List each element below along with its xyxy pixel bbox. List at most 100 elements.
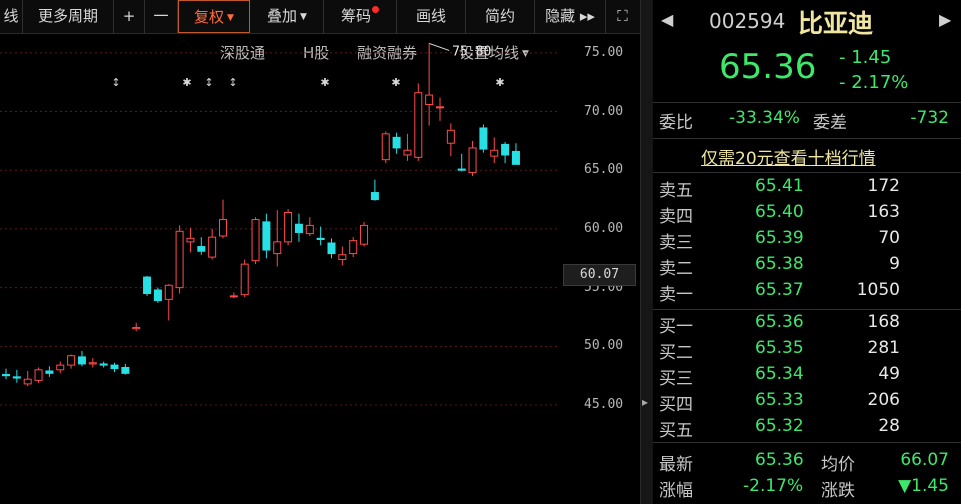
candle [251,217,260,265]
prev-stock-button[interactable]: ◀ [661,10,673,29]
candle-body [208,236,217,258]
zoom-out-icon: 一 [153,7,169,25]
chips-label: 筹码 [340,7,371,25]
draw-line-label: 画线 [415,7,446,25]
candle-body [67,355,76,366]
chevron-down-icon: ▼ [227,13,234,23]
candle-body [414,92,423,158]
hide-button[interactable]: 隐藏 ▸▸ [535,0,606,33]
fullscreen-button[interactable]: ⛶ [606,0,639,33]
candle-body [186,237,195,243]
y-tick-label: 45.00 [584,397,624,413]
candle [316,226,325,246]
candle-body [360,224,369,245]
price-change: - 1.45 [839,47,892,68]
chips-button[interactable]: 筹码 [324,0,397,33]
buy-order-row[interactable]: 买二 65.35 281 [659,338,955,364]
zoom-in-button[interactable]: + [114,0,145,33]
candle-body [457,168,466,171]
y-tick-label: 50.00 [584,338,624,354]
candle-body [273,241,282,255]
buy-order-price: 65.36 [755,312,804,332]
candle-body [446,129,455,144]
chart-grid [0,52,560,406]
candle [349,237,358,258]
sell-order-price: 65.37 [755,280,804,300]
candle [262,213,271,259]
candle [143,275,152,296]
sell-order-volume: 163 [867,202,900,222]
chevron-down-icon: ▼ [300,12,307,22]
toolbar-item-line-label: 线 [3,7,19,25]
candle-body [99,363,108,366]
candle [392,132,401,154]
buy-order-volume: 168 [867,312,900,332]
sell-order-row[interactable]: 卖一 65.37 1050 [659,280,955,306]
buy-order-row[interactable]: 买一 65.36 168 [659,312,955,338]
candle-body [425,94,434,105]
current-price: 65.36 [719,47,817,87]
kline-chart[interactable]: ↕ ✱ ↕ ↕ ✱ ✱ ✱ 75.80 [0,33,640,504]
ten-level-quote-link[interactable]: 仅需20元查看十档行情 [701,144,876,169]
event-marker-icon: ↕ [111,76,120,89]
toolbar-item-line[interactable]: 线 [0,0,23,33]
candle [77,351,86,367]
candle [88,358,97,368]
candle [436,97,444,121]
candle [110,362,119,373]
panel-splitter[interactable]: ▸ [640,0,654,504]
sell-order-row[interactable]: 卖四 65.40 163 [659,202,955,228]
buy-order-label: 买五 [659,421,693,441]
divider [653,138,961,139]
more-periods-label: 更多周期 [37,7,98,25]
buy-order-label: 买二 [659,343,693,363]
candle [284,208,293,246]
buy-order-label: 买四 [659,395,693,415]
sell-order-label: 卖三 [659,233,693,253]
weicha-value: -732 [910,108,949,128]
sell-order-price: 65.40 [755,202,804,222]
zf-value: -2.17% [743,476,804,496]
buy-order-row[interactable]: 买四 65.33 206 [659,390,955,416]
sell-order-row[interactable]: 卖五 65.41 172 [659,176,955,202]
toolbar: 线 更多周期 + 一 复权 ▼ 叠加 ▼ 筹码 画线 简约 隐藏 ▸▸ ⛶ [0,0,640,34]
candle-body [490,149,499,157]
fullscreen-icon: ⛶ [617,7,628,25]
zoom-in-icon: + [122,7,136,25]
more-periods-button[interactable]: 更多周期 [23,0,114,33]
sell-order-row[interactable]: 卖二 65.38 9 [659,254,955,280]
buy-order-label: 买三 [659,369,693,389]
candle [425,43,434,126]
simple-mode-button[interactable]: 简约 [466,0,535,33]
buy-order-price: 65.35 [755,338,804,358]
draw-line-button[interactable]: 画线 [397,0,466,33]
candle [479,124,488,153]
simple-mode-label: 简约 [484,7,515,25]
zoom-out-button[interactable]: 一 [145,0,178,33]
sell-order-row[interactable]: 卖三 65.39 70 [659,228,955,254]
sell-order-label: 卖二 [659,259,693,279]
candle [132,322,141,332]
weicha-label: 委差 [813,113,847,133]
candle-body [240,263,249,296]
buy-order-row[interactable]: 买五 65.32 28 [659,416,955,442]
candle [457,153,466,172]
candle-body [338,254,347,260]
candle-body [77,356,86,365]
divider [653,172,961,173]
buy-order-volume: 49 [878,364,900,384]
candle-body [132,327,141,330]
candle-body [56,364,65,371]
candle-body [12,376,21,379]
next-stock-button[interactable]: ▶ [939,10,951,29]
buy-order-row[interactable]: 买三 65.34 49 [659,364,955,390]
buy-order-volume: 206 [867,390,900,410]
divider [653,309,961,310]
candle-body [175,230,184,289]
candle [164,284,173,321]
candle-body [381,133,390,161]
fuquan-dropdown[interactable]: 复权 ▼ [178,0,250,33]
zd-label: 涨跌 [821,481,855,501]
notification-dot-icon [372,6,379,13]
overlay-dropdown[interactable]: 叠加 ▼ [251,0,324,33]
